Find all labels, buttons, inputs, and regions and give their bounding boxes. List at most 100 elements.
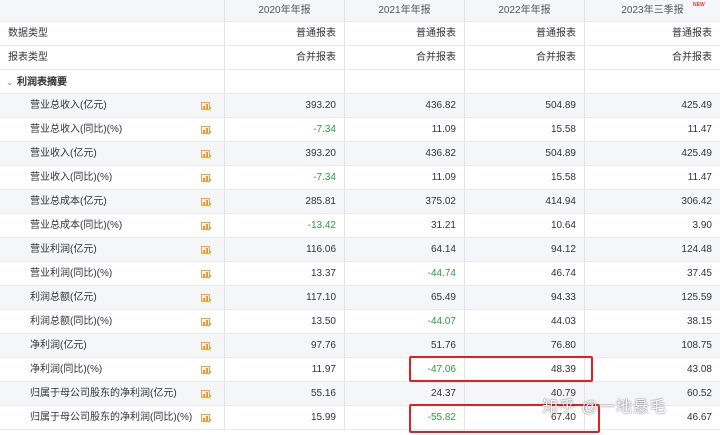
row-value: 11.09 bbox=[344, 166, 464, 190]
row-value: 425.49 bbox=[584, 94, 720, 118]
row-value: 15.58 bbox=[464, 118, 584, 142]
meta-value: 合并报表 bbox=[344, 46, 464, 70]
row-value: 393.20 bbox=[224, 94, 344, 118]
row-value: 43.08 bbox=[584, 358, 720, 382]
bar-chart-icon[interactable] bbox=[201, 198, 211, 206]
row-value: 436.82 bbox=[344, 142, 464, 166]
row-label: 营业总成本(同比)(%) bbox=[30, 220, 123, 231]
chevron-down-icon[interactable]: ⌄ bbox=[6, 70, 14, 94]
row-label: 归属于母公司股东的净利润(同比)(%) bbox=[30, 412, 193, 423]
table-header: 2020年年报 2021年年报 2022年年报 2023年三季报 bbox=[0, 0, 720, 22]
bar-chart-icon[interactable] bbox=[201, 174, 211, 182]
bar-chart-icon[interactable] bbox=[201, 390, 211, 398]
row-value: 15.58 bbox=[464, 166, 584, 190]
row-label: 营业收入(同比)(%) bbox=[30, 172, 113, 183]
row-value: 11.09 bbox=[344, 118, 464, 142]
header-2020[interactable]: 2020年年报 bbox=[224, 0, 344, 22]
row-label: 营业总收入(亿元) bbox=[30, 100, 107, 111]
bar-chart-icon[interactable] bbox=[201, 294, 211, 302]
row-value: 44.03 bbox=[464, 310, 584, 334]
row-value: 51.76 bbox=[344, 334, 464, 358]
header-2021[interactable]: 2021年年报 bbox=[344, 0, 464, 22]
meta-value: 普通报表 bbox=[344, 22, 464, 46]
table-row: 营业总收入(同比)(%) -7.34 11.09 15.58 11.47 bbox=[0, 118, 720, 142]
row-value: 117.10 bbox=[224, 286, 344, 310]
row-value: 10.64 bbox=[464, 214, 584, 238]
highlight-box-net-profit-yoy bbox=[409, 356, 593, 382]
financial-table: 2020年年报 2021年年报 2022年年报 2023年三季报 数据类型 普通报… bbox=[0, 0, 720, 430]
row-label: 营业利润(同比)(%) bbox=[30, 268, 113, 279]
meta-row: 数据类型 普通报表 普通报表 普通报表 普通报表 bbox=[0, 22, 720, 46]
bar-chart-icon[interactable] bbox=[201, 222, 211, 230]
bar-chart-icon[interactable] bbox=[201, 246, 211, 254]
meta-value: 合并报表 bbox=[464, 46, 584, 70]
row-value: 55.16 bbox=[224, 382, 344, 406]
row-value: 116.06 bbox=[224, 238, 344, 262]
row-value: 375.02 bbox=[344, 190, 464, 214]
meta-value: 合并报表 bbox=[584, 46, 720, 70]
bar-chart-icon[interactable] bbox=[201, 414, 211, 422]
bar-chart-icon[interactable] bbox=[201, 102, 211, 110]
row-value: 38.15 bbox=[584, 310, 720, 334]
row-value: 504.89 bbox=[464, 94, 584, 118]
row-value: 425.49 bbox=[584, 142, 720, 166]
watermark: 知乎 @一地悬毛 bbox=[542, 399, 667, 416]
new-badge: NEW bbox=[693, 2, 705, 8]
table-row: 营业总成本(同比)(%) -13.42 31.21 10.64 3.90 bbox=[0, 214, 720, 238]
row-value: -44.74 bbox=[344, 262, 464, 286]
bar-chart-icon[interactable] bbox=[201, 366, 211, 374]
row-label: 营业收入(亿元) bbox=[30, 148, 97, 159]
meta-row: 报表类型 合并报表 合并报表 合并报表 合并报表 bbox=[0, 46, 720, 70]
row-value: 76.80 bbox=[464, 334, 584, 358]
row-label: 净利润(同比)(%) bbox=[30, 364, 103, 375]
row-value: 306.42 bbox=[584, 190, 720, 214]
bar-chart-icon[interactable] bbox=[201, 126, 211, 134]
row-value: 15.99 bbox=[224, 406, 344, 430]
meta-value: 合并报表 bbox=[224, 46, 344, 70]
table-row: 利润总额(亿元) 117.10 65.49 94.33 125.59 bbox=[0, 286, 720, 310]
row-label: 利润总额(亿元) bbox=[30, 292, 97, 303]
row-label: 营业利润(亿元) bbox=[30, 244, 97, 255]
row-value: 64.14 bbox=[344, 238, 464, 262]
row-value: 124.48 bbox=[584, 238, 720, 262]
row-value: 46.74 bbox=[464, 262, 584, 286]
table-row: 营业利润(同比)(%) 13.37 -44.74 46.74 37.45 bbox=[0, 262, 720, 286]
meta-value: 普通报表 bbox=[464, 22, 584, 46]
table-row: 净利润(亿元) 97.76 51.76 76.80 108.75 bbox=[0, 334, 720, 358]
row-value: -13.42 bbox=[224, 214, 344, 238]
meta-label: 报表类型 bbox=[8, 52, 48, 63]
row-value: 37.45 bbox=[584, 262, 720, 286]
row-value: 108.75 bbox=[584, 334, 720, 358]
table-row: 营业利润(亿元) 116.06 64.14 94.12 124.48 bbox=[0, 238, 720, 262]
row-label: 利润总额(同比)(%) bbox=[30, 316, 113, 327]
row-value: 414.94 bbox=[464, 190, 584, 214]
meta-value: 普通报表 bbox=[584, 22, 720, 46]
meta-value: 普通报表 bbox=[224, 22, 344, 46]
bar-chart-icon[interactable] bbox=[201, 318, 211, 326]
row-value: 285.81 bbox=[224, 190, 344, 214]
row-value: 504.89 bbox=[464, 142, 584, 166]
row-value: 31.21 bbox=[344, 214, 464, 238]
row-value: 3.90 bbox=[584, 214, 720, 238]
row-label: 营业总收入(同比)(%) bbox=[30, 124, 123, 135]
table-row: 营业收入(亿元) 393.20 436.82 504.89 425.49 bbox=[0, 142, 720, 166]
row-label: 净利润(亿元) bbox=[30, 340, 87, 351]
row-value: 393.20 bbox=[224, 142, 344, 166]
bar-chart-icon[interactable] bbox=[201, 150, 211, 158]
row-label: 营业总成本(亿元) bbox=[30, 196, 107, 207]
bar-chart-icon[interactable] bbox=[201, 270, 211, 278]
row-label: 归属于母公司股东的净利润(亿元) bbox=[30, 388, 177, 399]
row-value: -7.34 bbox=[224, 166, 344, 190]
bar-chart-icon[interactable] bbox=[201, 342, 211, 350]
row-value: 94.33 bbox=[464, 286, 584, 310]
section-header[interactable]: ⌄ 利润表摘要 bbox=[0, 70, 720, 94]
header-2022[interactable]: 2022年年报 bbox=[464, 0, 584, 22]
row-value: 94.12 bbox=[464, 238, 584, 262]
table-row: 营业总收入(亿元) 393.20 436.82 504.89 425.49 bbox=[0, 94, 720, 118]
row-value: 11.47 bbox=[584, 166, 720, 190]
row-value: 13.50 bbox=[224, 310, 344, 334]
row-value: 97.76 bbox=[224, 334, 344, 358]
row-value: 11.47 bbox=[584, 118, 720, 142]
row-value: -7.34 bbox=[224, 118, 344, 142]
meta-label: 数据类型 bbox=[8, 28, 48, 39]
